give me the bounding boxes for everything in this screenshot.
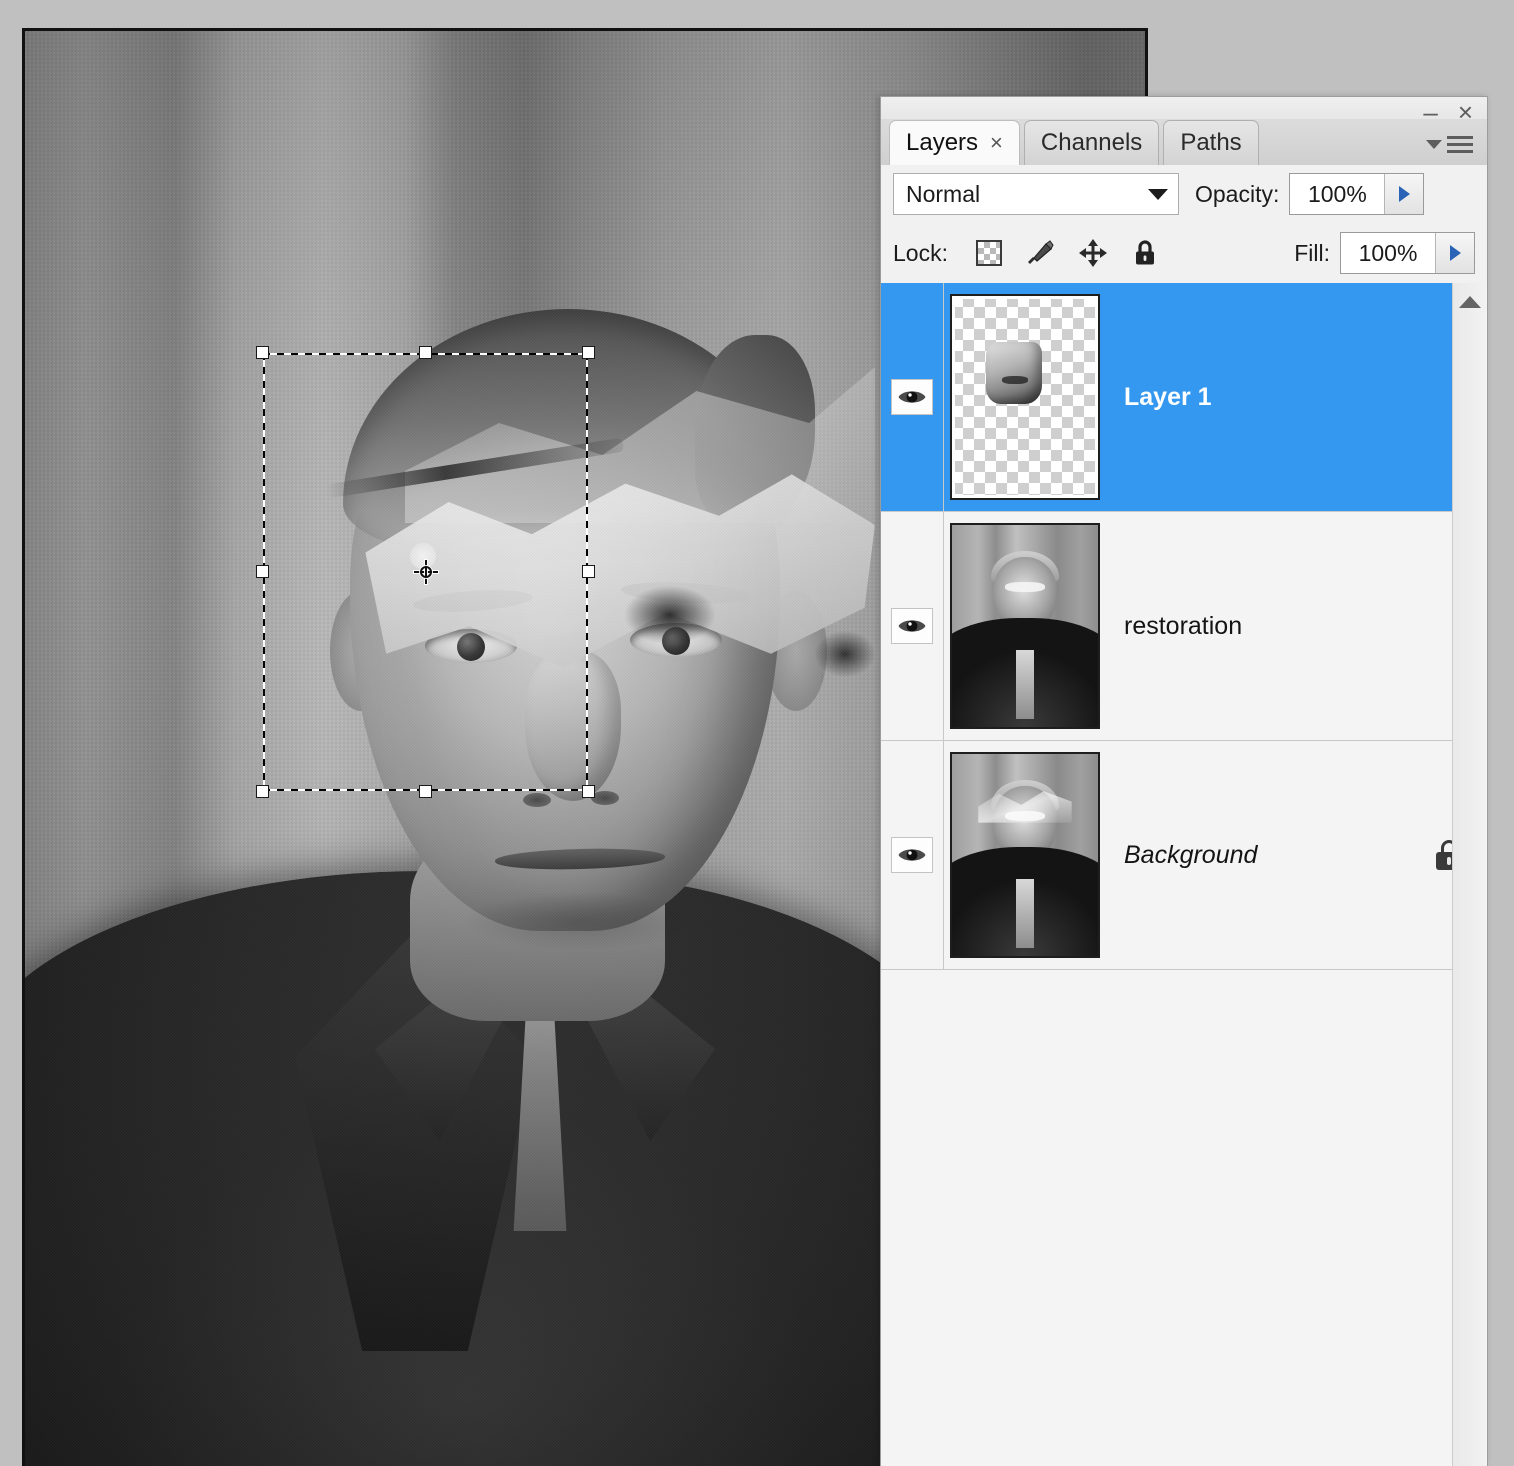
lock-icons-group (972, 236, 1162, 270)
lock-position-icon[interactable] (1076, 236, 1110, 270)
opacity-value[interactable]: 100% (1290, 174, 1385, 214)
layer-thumbnail[interactable] (950, 523, 1100, 729)
table-row[interactable]: Background (881, 741, 1487, 970)
lock-row: Lock: Fill: 100% (881, 223, 1487, 284)
lock-all-icon[interactable] (1128, 236, 1162, 270)
layer-list[interactable]: Layer 1 restoration Background (881, 283, 1487, 1466)
lock-label: Lock: (893, 239, 948, 266)
eye-icon[interactable] (891, 379, 933, 415)
opacity-label: Opacity: (1195, 180, 1280, 207)
fill-value[interactable]: 100% (1341, 233, 1435, 273)
table-row[interactable]: restoration (881, 512, 1487, 741)
transform-reference-point-icon[interactable] (413, 560, 438, 584)
opacity-field[interactable]: 100% (1289, 173, 1425, 215)
chevron-down-icon (1426, 139, 1442, 149)
scroll-up-arrow-icon[interactable] (1453, 283, 1487, 321)
panel-menu-button[interactable] (1417, 125, 1479, 163)
eye-icon[interactable] (891, 837, 933, 873)
layer-thumbnail[interactable] (950, 294, 1100, 500)
transform-handle-middle-right[interactable] (582, 565, 595, 578)
transform-handle-bottom-center[interactable] (418, 785, 432, 798)
layer-list-empty-area[interactable] (881, 1053, 1487, 1466)
lock-image-pixels-icon[interactable] (1024, 236, 1058, 270)
transform-handle-top-left[interactable] (256, 346, 269, 359)
tab-layers[interactable]: Layers × (889, 120, 1020, 165)
panel-tab-bar: Layers × Channels Paths (881, 119, 1487, 166)
layer-thumbnail-cell[interactable] (944, 741, 1106, 969)
fill-field[interactable]: 100% (1340, 232, 1475, 274)
layer-visibility-cell[interactable] (881, 741, 944, 969)
transform-handle-top-center[interactable] (418, 346, 432, 359)
tab-channels-label: Channels (1040, 129, 1143, 156)
eye-icon[interactable] (891, 608, 933, 644)
transform-bounding-box[interactable] (256, 346, 595, 798)
layer-name[interactable]: Layer 1 (1106, 283, 1411, 511)
layer-visibility-cell[interactable] (881, 283, 944, 511)
hamburger-icon (1447, 135, 1473, 153)
fill-stepper-button[interactable] (1435, 233, 1474, 273)
tab-layers-label: Layers (906, 129, 979, 156)
layers-scrollbar[interactable] (1452, 283, 1487, 1466)
transform-handle-middle-left[interactable] (256, 565, 269, 578)
blend-mode-value: Normal (906, 180, 981, 207)
chevron-down-icon (1148, 188, 1168, 200)
layer-thumbnail-cell[interactable] (944, 283, 1106, 511)
blend-mode-row: Normal Opacity: 100% (881, 165, 1487, 224)
tab-paths-label: Paths (1180, 129, 1242, 156)
opacity-stepper-button[interactable] (1384, 174, 1424, 214)
layers-panel[interactable]: – × Layers × Channels Paths Normal Opaci… (880, 96, 1488, 1466)
transform-handle-top-right[interactable] (582, 346, 595, 359)
table-row[interactable]: Layer 1 (881, 283, 1487, 512)
layer-name[interactable]: restoration (1106, 512, 1411, 740)
tab-channels[interactable]: Channels (1023, 120, 1160, 165)
layer-visibility-cell[interactable] (881, 512, 944, 740)
tab-paths[interactable]: Paths (1163, 120, 1259, 165)
fill-label: Fill: (1294, 239, 1330, 266)
transform-handle-bottom-left[interactable] (256, 785, 269, 798)
layer-name[interactable]: Background (1106, 741, 1411, 969)
layer-thumbnail[interactable] (950, 752, 1100, 958)
tab-close-icon[interactable]: × (990, 130, 1003, 156)
layer-thumbnail-cell[interactable] (944, 512, 1106, 740)
lock-transparent-pixels-icon[interactable] (972, 236, 1006, 270)
blend-mode-select[interactable]: Normal (893, 173, 1179, 215)
transform-handle-bottom-right[interactable] (582, 785, 595, 798)
